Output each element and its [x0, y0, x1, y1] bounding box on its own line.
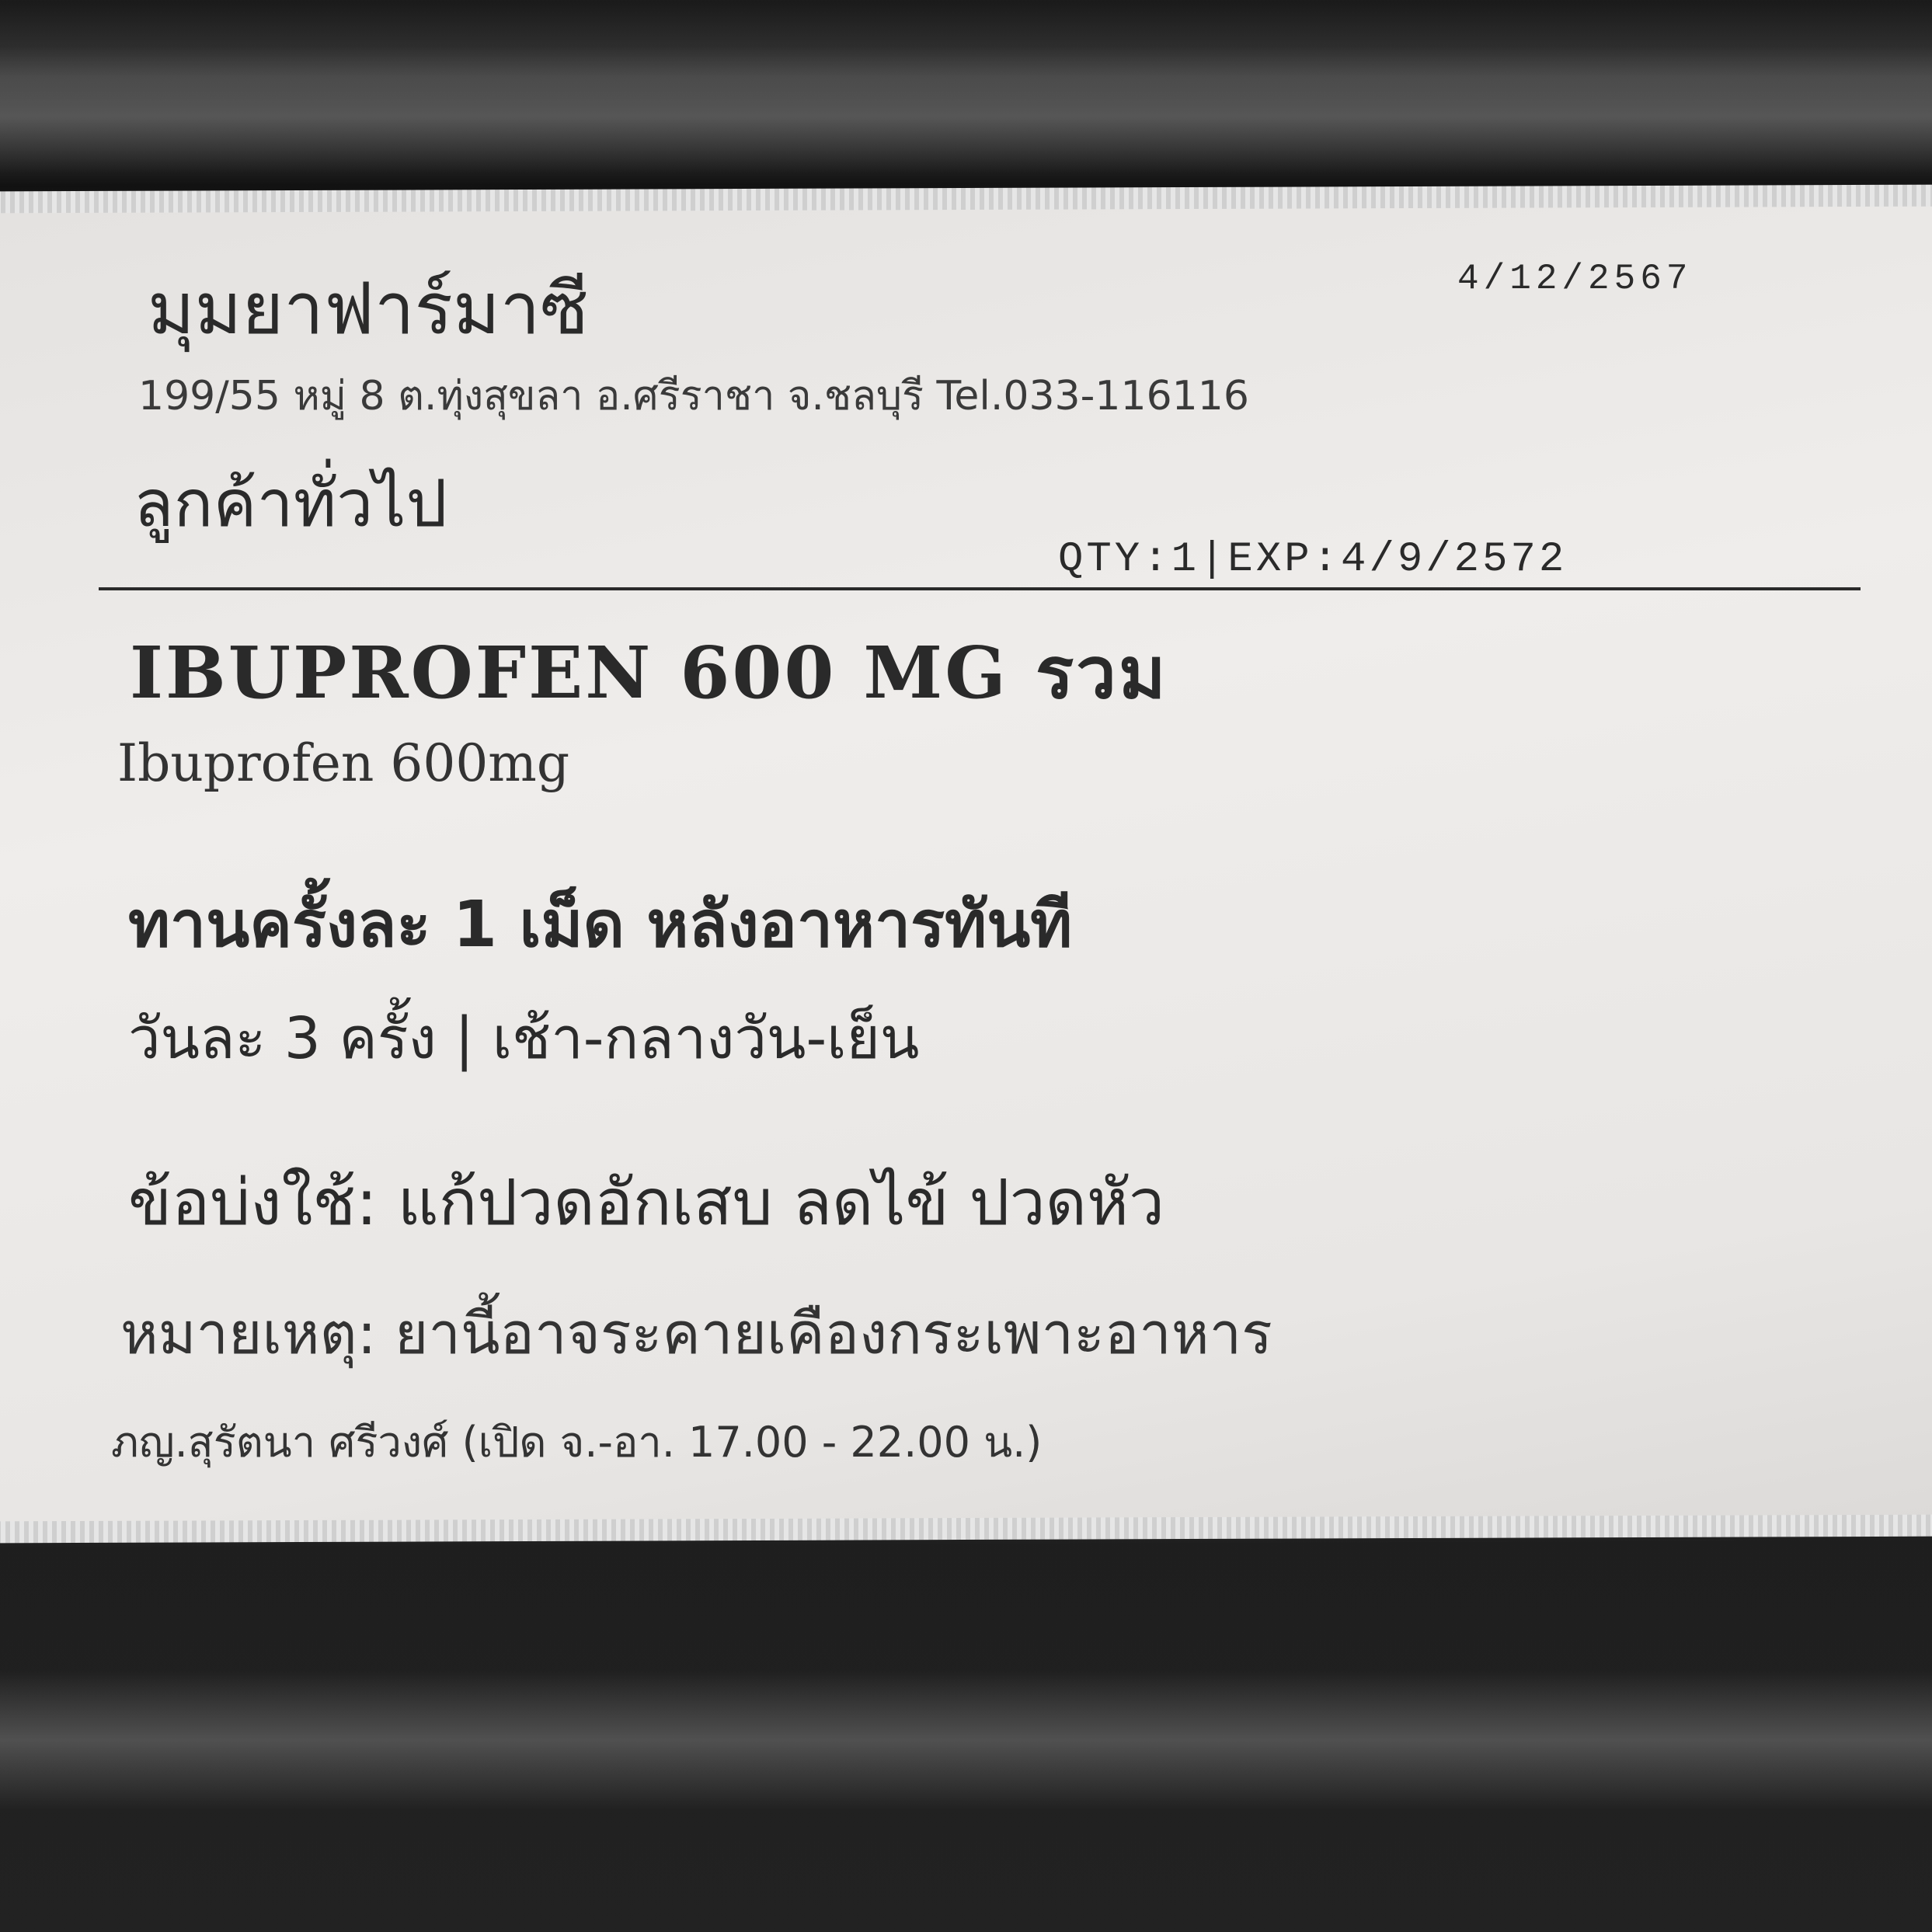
- plastic-bag-sheen: [0, 1670, 1932, 1810]
- indication: ข้อบ่งใช้: แก้ปวดอักเสบ ลดไข้ ปวดหัว: [128, 1166, 1165, 1240]
- note: หมายเหตุ: ยานี้อาจระคายเคืองกระเพาะอาหาร: [120, 1300, 1272, 1367]
- dosage-frequency: วันละ 3 ครั้ง | เช้า-กลางวัน-เย็น: [128, 1005, 920, 1072]
- drug-generic-name: Ibuprofen 600mg: [117, 733, 570, 793]
- dispense-date: 4/12/2567: [1457, 259, 1693, 299]
- customer-name: ลูกค้าทั่วไป: [134, 465, 447, 541]
- dosage-instruction: ทานครั้งละ 1 เม็ด หลังอาหารทันที: [128, 888, 1073, 962]
- divider: [99, 587, 1861, 590]
- drug-name: IBUPROFEN 600 MG รวม: [130, 631, 1168, 715]
- plastic-bag-sheen: [0, 47, 1932, 186]
- blister-edge: [0, 1514, 1932, 1544]
- blister-edge: [0, 184, 1932, 214]
- pharmacist-info: ภญ.สุรัตนา ศรีวงศ์ (เปิด จ.-อา. 17.00 - …: [111, 1418, 1043, 1467]
- qty-expiry: QTY:1|EXP:4/9/2572: [1058, 536, 1568, 583]
- pharmacy-address: 199/55 หมู่ 8 ต.ทุ่งสุขลา อ.ศรีราชา จ.ชล…: [138, 373, 1249, 419]
- pharmacy-name: มุมยาฟาร์มาซี: [148, 267, 589, 350]
